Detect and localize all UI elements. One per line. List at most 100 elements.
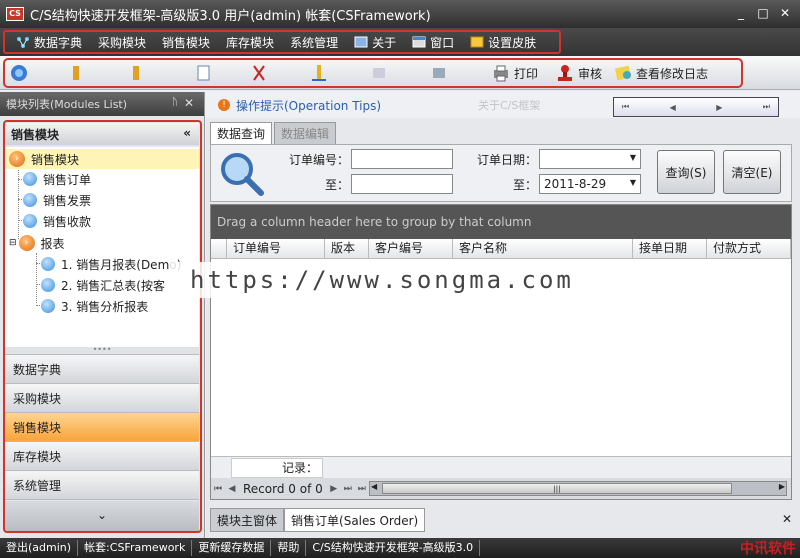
dropdown-arrow-icon[interactable]: ▼ [630,178,636,187]
nav-inventory[interactable]: 库存模块 [5,442,199,471]
nav-data-dictionary[interactable]: 数据字典 [5,355,199,384]
nav-sales[interactable]: 销售模块 [5,413,199,442]
order-date-label: 订单日期： [476,153,537,167]
tree-node-report-monthly[interactable]: 1. 销售月报表(Demo) [41,254,181,274]
column-header-customer-name[interactable]: 客户名称 [453,239,633,259]
doc-tab-main-form[interactable]: 模块主窗体 [210,508,285,532]
doc-close-icon[interactable]: ✕ [782,512,792,526]
scroll-right-icon[interactable]: ▶ [779,482,785,491]
column-header-order-no[interactable]: 订单编号 [227,239,325,259]
column-header-order-date[interactable]: 接单日期 [633,239,707,259]
tool-icon [430,64,448,82]
status-account: 帐套:CSFramework [78,540,193,556]
tool-button-5[interactable] [250,62,272,84]
tree-node-label: 报表 [40,236,65,251]
pager-record-text: Record 0 of 0 [243,481,323,496]
date-to-select[interactable]: 2011-8-29 ▼ [539,174,641,194]
tool-icon [370,64,388,82]
status-help[interactable]: 帮助 [271,540,307,556]
about-link[interactable]: 关于C/S框架 [478,97,540,113]
record-navigator: ⏮ ◀ ▶ ⏭ [613,97,779,117]
main-area: ! 操作提示(Operation Tips) 关于C/S框架 ⏮ ◀ ▶ ⏭ 数… [206,92,800,538]
status-refresh-cache[interactable]: 更新缓存数据 [192,540,272,556]
tab-data-query[interactable]: 数据查询 [210,122,273,144]
globe-icon [10,64,28,82]
document-icon [195,64,213,82]
audit-button[interactable]: 审核 [556,62,602,84]
tool-button-3[interactable] [130,62,152,84]
nav-purchase[interactable]: 采购模块 [5,384,199,413]
first-icon[interactable]: ⏮ [622,102,629,112]
collapse-minus-icon[interactable]: ⊟ [9,238,17,248]
next-icon[interactable]: ▶ [716,103,722,112]
tool-button-2[interactable] [70,62,92,84]
tree-node-label: 1. 销售月报表(Demo) [61,257,182,272]
audit-label: 审核 [578,66,603,81]
query-button[interactable]: 查询(S) [657,150,715,194]
tree-node-sales-order[interactable]: 销售订单 [23,169,91,189]
order-no-label: 订单编号： [288,153,349,167]
modules-panel-header: 模块列表(Modules List) ᚢ ✕ [0,92,204,116]
tips-link[interactable]: 操作提示(Operation Tips) [236,97,381,114]
prev-icon[interactable]: ◀ [670,103,676,112]
panel-splitter[interactable]: •••• [5,346,199,355]
scroll-thumb[interactable]: ||| [382,483,732,494]
collapse-chevron-icon[interactable]: « [183,126,191,140]
maximize-button[interactable]: □ [752,4,774,22]
record-count-label: 记录： [231,458,323,478]
doc-tab-sales-order[interactable]: 销售订单(Sales Order) [284,508,426,532]
tree-node-sales-invoice[interactable]: 销售发票 [23,190,91,210]
pager-prev-icon[interactable]: ◀ [225,484,239,494]
nav-expand-button[interactable]: ⌄ [5,501,199,531]
clear-button[interactable]: 清空(E) [723,150,781,194]
row-indicator-header [211,239,227,259]
panel-close-icon[interactable]: ✕ [184,96,194,110]
pager-next-icon[interactable]: ▶ [327,484,341,494]
column-header-version[interactable]: 版本 [325,239,369,259]
tips-icon: ! [218,99,230,111]
tool-button-7[interactable] [370,62,392,84]
tree-line [18,167,19,239]
menu-highlight-box [3,30,561,54]
tree-node-report-analysis[interactable]: 3. 销售分析报表 [41,296,148,316]
dropdown-arrow-icon[interactable]: ▼ [630,153,636,162]
log-icon [614,64,632,82]
node-icon [23,214,37,228]
date-from-select[interactable]: ▼ [539,149,641,169]
tool-button-8[interactable] [430,62,452,84]
module-tree: › 销售模块 销售订单 销售发票 销售收款 ⊟ › 报表 1. 销售月报表(De… [5,147,199,347]
expand-arrow-icon[interactable]: › [9,151,25,167]
nav-system[interactable]: 系统管理 [5,471,199,500]
tree-node-label: 销售订单 [43,172,92,187]
pager-first-icon[interactable]: ⏮ [211,484,225,494]
horizontal-scrollbar[interactable]: ◀ ||| ▶ [369,481,787,496]
order-no-to-input[interactable] [351,174,453,194]
print-button[interactable]: 打印 [492,62,538,84]
last-icon[interactable]: ⏭ [763,102,770,112]
tree-node-label: 销售发票 [43,193,92,208]
view-log-button[interactable]: 查看修改日志 [614,62,708,84]
scroll-left-icon[interactable]: ◀ [371,482,377,491]
pager-last-icon[interactable]: ⏭ [355,484,369,494]
pin-icon[interactable]: ᚢ [172,97,178,108]
tool-button-4[interactable] [195,62,217,84]
minimize-button[interactable]: _ [730,4,752,22]
tree-node-report-summary[interactable]: 2. 销售汇总表(按客 [41,275,165,295]
title-bar: CS C/S结构快速开发框架-高级版3.0 用户(admin) 帐套(CSFra… [0,0,800,28]
close-button[interactable]: ✕ [774,4,796,22]
sales-group-header[interactable]: 销售模块 « [5,123,199,145]
group-panel[interactable]: Drag a column header here to group by th… [211,205,791,239]
status-logout[interactable]: 登出(admin) [0,540,79,556]
nav-label: 采购模块 [13,391,62,406]
order-no-from-input[interactable] [351,149,453,169]
tree-node-reports[interactable]: ⊟ › 报表 [9,233,65,253]
column-header-payment[interactable]: 付款方式 [707,239,791,259]
tab-data-edit[interactable]: 数据编辑 [274,122,337,144]
tree-node-sales-root[interactable]: › 销售模块 [5,149,199,169]
help-tool-button[interactable] [10,62,32,84]
tree-node-sales-receipt[interactable]: 销售收款 [23,211,91,231]
tool-button-6[interactable] [310,62,332,84]
toolbar: 打印 审核 查看修改日志 [0,56,800,90]
pager-next-page-icon[interactable]: ⏭ [341,484,355,494]
column-header-customer-no[interactable]: 客户编号 [369,239,453,259]
